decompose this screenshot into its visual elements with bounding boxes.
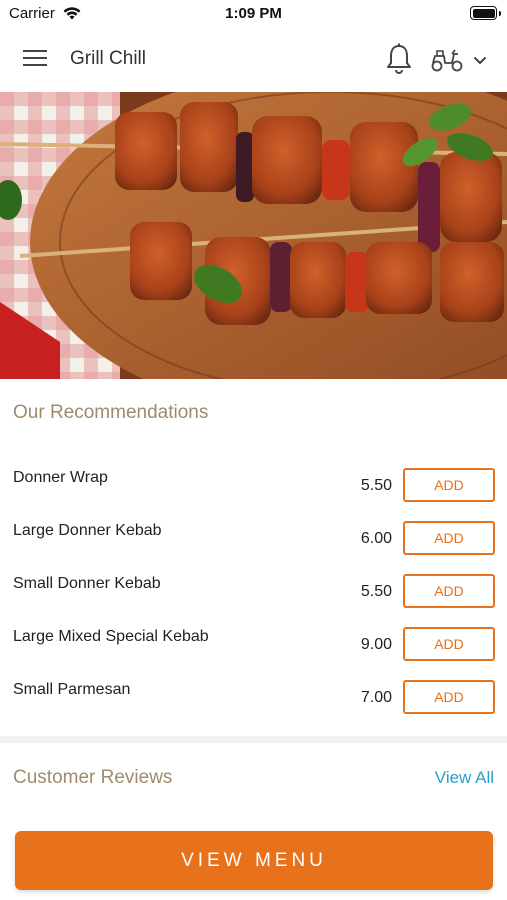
recommendations-heading: Our Recommendations xyxy=(13,402,209,423)
add-button[interactable]: ADD xyxy=(403,521,495,555)
battery-icon xyxy=(470,6,501,20)
item-name: Small Parmesan xyxy=(13,681,131,698)
bell-icon[interactable] xyxy=(384,42,414,76)
add-button[interactable]: ADD xyxy=(403,468,495,502)
list-item: Small Parmesan 7.00 ADD xyxy=(0,680,507,733)
add-button[interactable]: ADD xyxy=(403,680,495,714)
section-divider xyxy=(0,736,507,743)
view-menu-button[interactable]: VIEW MENU xyxy=(15,831,493,890)
app-header: Grill Chill xyxy=(0,28,507,92)
item-name: Donner Wrap xyxy=(13,469,108,486)
item-name: Small Donner Kebab xyxy=(13,575,161,592)
add-button[interactable]: ADD xyxy=(403,627,495,661)
item-price: 6.00 xyxy=(360,530,392,547)
reviews-heading: Customer Reviews xyxy=(13,767,173,788)
item-price: 9.00 xyxy=(360,636,392,653)
list-item: Donner Wrap 5.50 ADD xyxy=(0,468,507,521)
item-name: Large Donner Kebab xyxy=(13,522,162,539)
clock: 1:09 PM xyxy=(225,5,282,22)
item-price: 7.00 xyxy=(360,689,392,706)
list-item: Large Donner Kebab 6.00 ADD xyxy=(0,521,507,574)
page-title: Grill Chill xyxy=(70,48,146,69)
hero-image xyxy=(0,92,507,379)
list-item: Small Donner Kebab 5.50 ADD xyxy=(0,574,507,627)
item-name: Large Mixed Special Kebab xyxy=(13,628,209,645)
list-item: Large Mixed Special Kebab 9.00 ADD xyxy=(0,627,507,680)
chevron-down-icon[interactable] xyxy=(470,50,490,70)
kebab-photo xyxy=(0,92,507,379)
view-all-link[interactable]: View All xyxy=(435,768,494,788)
item-price: 5.50 xyxy=(360,583,392,600)
scooter-delivery-icon[interactable] xyxy=(430,46,464,74)
item-price: 5.50 xyxy=(360,477,392,494)
status-bar: Carrier 1:09 PM xyxy=(0,0,507,28)
hamburger-menu-icon[interactable] xyxy=(20,46,50,72)
add-button[interactable]: ADD xyxy=(403,574,495,608)
